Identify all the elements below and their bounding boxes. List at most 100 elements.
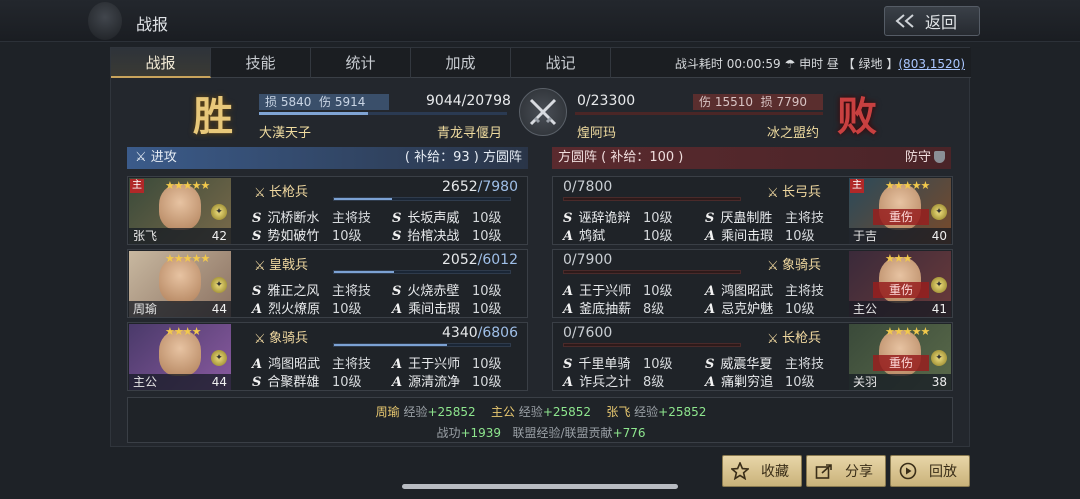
skill-entry[interactable]: S 火烧赤壁 10级: [392, 280, 502, 299]
hero-portrait[interactable]: 主 ★★★★★ 重伤 ✦ 于吉 40: [849, 178, 951, 244]
main-general-badge: 主: [130, 179, 144, 193]
defender-alliance-name: 冰之盟约: [767, 126, 820, 141]
skill-entry[interactable]: A 乘间击瑕 10级: [392, 298, 502, 317]
home-indicator[interactable]: [402, 484, 678, 489]
skill-entry[interactable]: S 沉桥断水 主将技: [252, 207, 371, 226]
attacker-loss-box: 损 5840 伤 5914: [259, 94, 389, 110]
skill-entry[interactable]: A 烈火燎原 10级: [252, 298, 362, 317]
tab-bar: 战报 技能 统计 加成 战记 战斗耗时 00:00:59 ☂ 申时 昼 【 绿地…: [111, 48, 971, 78]
star-rating: ★★★★★: [165, 179, 210, 192]
replay-button[interactable]: 回放: [890, 455, 970, 487]
tab-skills[interactable]: 技能: [211, 48, 311, 78]
play-icon: [899, 462, 917, 480]
coordinates-link[interactable]: (803,1520): [898, 57, 965, 71]
skill-entry[interactable]: A 乘间击瑕 10级: [705, 225, 815, 244]
report-panel: 战报 技能 统计 加成 战记 战斗耗时 00:00:59 ☂ 申时 昼 【 绿地…: [110, 47, 971, 447]
victory-glyph: 胜: [193, 93, 233, 140]
unit-type: ⚔ 长弓兵: [767, 185, 822, 201]
game-logo-icon: [88, 2, 122, 40]
attack-side-header: ⚔ 进攻 ( 补给：93 ) 方圆阵: [127, 147, 528, 169]
skill-entry[interactable]: A 源清流净 10级: [392, 371, 502, 390]
unit-type-icon: ⚔: [767, 186, 779, 201]
skill-entry[interactable]: A 诈兵之计 8级: [563, 371, 664, 390]
unit-type-icon: ⚔: [767, 259, 779, 274]
tab-record[interactable]: 战记: [511, 48, 611, 78]
unit-type: ⚔ 象骑兵: [254, 331, 309, 347]
hero-level: 42: [211, 229, 227, 243]
skill-entry[interactable]: A 忌克妒魅 10级: [705, 298, 815, 317]
hero-troop-bar: [333, 270, 511, 274]
favorite-button[interactable]: 收藏: [722, 455, 802, 487]
result-row: 胜 损 5840 伤 5914 9044/20798 大漢天子 青龙寻偃月 0/…: [111, 82, 971, 144]
tab-stats[interactable]: 统计: [311, 48, 411, 78]
skill-entry[interactable]: S 千里单骑 10级: [563, 353, 673, 372]
star-rating: ★★★: [885, 252, 913, 265]
skill-entry[interactable]: A 鸿图昭武 主将技: [252, 353, 371, 372]
hero-troops: 0/7900: [563, 252, 613, 268]
injured-badge: 重伤: [873, 355, 929, 371]
skill-entry[interactable]: S 抬棺决战 10级: [392, 225, 502, 244]
injured-badge: 重伤: [873, 209, 929, 225]
tab-report[interactable]: 战报: [111, 48, 211, 78]
defender-player-name: 煌阿玛: [577, 126, 617, 141]
skill-entry[interactable]: S 合聚群雄 10级: [252, 371, 362, 390]
coin-icon: ✦: [931, 350, 947, 366]
crossed-swords-icon: [519, 88, 567, 136]
star-rating: ★★★★★: [885, 325, 930, 338]
skill-entry[interactable]: S 诬辞诡辩 10级: [563, 207, 673, 226]
duration-value: 00:00:59: [726, 57, 781, 71]
unit-type: ⚔ 长枪兵: [254, 185, 309, 201]
unit-type: ⚔ 长枪兵: [767, 331, 822, 347]
defender-troop-bar: [575, 112, 823, 115]
favorite-label: 收藏: [761, 464, 789, 480]
defender-card: 0/7800 ⚔ 长弓兵 S 诬辞诡辩 10级 S 厌蛊制胜 主将技 A 鸩弑 10级 …: [552, 176, 953, 245]
skill-entry[interactable]: S 长坂声威 10级: [392, 207, 502, 226]
attacker-card: ★★★★ ✦ 主公 44 ⚔ 象骑兵 4340/6806 A 鸿图昭武 主将技 A 王于…: [127, 322, 528, 391]
hero-level: 38: [931, 375, 947, 389]
defense-role: 防守: [905, 147, 945, 169]
hero-level: 41: [931, 302, 947, 316]
hero-name: 张飞: [133, 229, 158, 243]
hero-troop-bar: [333, 197, 511, 201]
unit-type: ⚔ 皇戟兵: [254, 258, 309, 274]
attack-label: 进攻: [150, 150, 177, 165]
share-button[interactable]: 分享: [806, 455, 886, 487]
defender-troops: 0/23300: [577, 93, 636, 109]
hero-name: 关羽: [853, 375, 878, 389]
skill-entry[interactable]: S 威震华夏 主将技: [705, 353, 824, 372]
hero-portrait[interactable]: ★★★★★ ✦ 周瑜 44: [129, 251, 231, 317]
skill-entry[interactable]: A 鸿图昭武 主将技: [705, 280, 824, 299]
back-button[interactable]: 返回: [884, 6, 980, 36]
hero-portrait[interactable]: 主 ★★★★★ ✦ 张飞 42: [129, 178, 231, 244]
share-label: 分享: [845, 464, 873, 480]
coin-icon: ✦: [211, 277, 227, 293]
attacker-player-name: 大漢天子: [259, 126, 312, 141]
coin-icon: ✦: [931, 277, 947, 293]
skill-entry[interactable]: A 痛剿穷追 10级: [705, 371, 815, 390]
hero-name: 于吉: [853, 229, 878, 243]
duration-label: 战斗耗时: [674, 57, 723, 71]
hero-troop-bar: [563, 270, 741, 274]
star-icon: [731, 462, 749, 480]
hero-troops: 2052/6012: [442, 252, 518, 268]
skill-entry[interactable]: S 厌蛊制胜 主将技: [705, 207, 824, 226]
skill-entry[interactable]: A 鸩弑 10级: [563, 225, 673, 244]
skill-entry[interactable]: A 王于兴师 10级: [392, 353, 502, 372]
skill-entry[interactable]: S 势如破竹 10级: [252, 225, 362, 244]
weather-text: 申时 昼: [799, 57, 839, 71]
attacker-card: ★★★★★ ✦ 周瑜 44 ⚔ 皇戟兵 2052/6012 S 雅正之风 主将技 S火…: [127, 249, 528, 318]
hero-troops: 0/7800: [563, 179, 613, 195]
unit-type-icon: ⚔: [254, 332, 266, 347]
weather-icon: ☂: [784, 57, 796, 71]
skill-entry[interactable]: S 雅正之风 主将技: [252, 280, 371, 299]
hero-portrait[interactable]: ★★★★ ✦ 主公 44: [129, 324, 231, 390]
hero-troops: 4340/6806: [442, 325, 518, 341]
skill-entry[interactable]: A 釜底抽薪 8级: [563, 298, 664, 317]
hero-portrait[interactable]: ★★★★★ 重伤 ✦ 关羽 38: [849, 324, 951, 390]
injured-badge: 重伤: [873, 282, 929, 298]
tab-bonus[interactable]: 加成: [411, 48, 511, 78]
skill-entry[interactable]: A 王于兴师 10级: [563, 280, 673, 299]
attack-supply: ( 补给：93 ) 方圆阵: [404, 150, 522, 165]
hero-portrait[interactable]: ★★★ 重伤 ✦ 主公 41: [849, 251, 951, 317]
defense-side-header: 方圆阵 ( 补给：100 ) 防守: [552, 147, 951, 169]
